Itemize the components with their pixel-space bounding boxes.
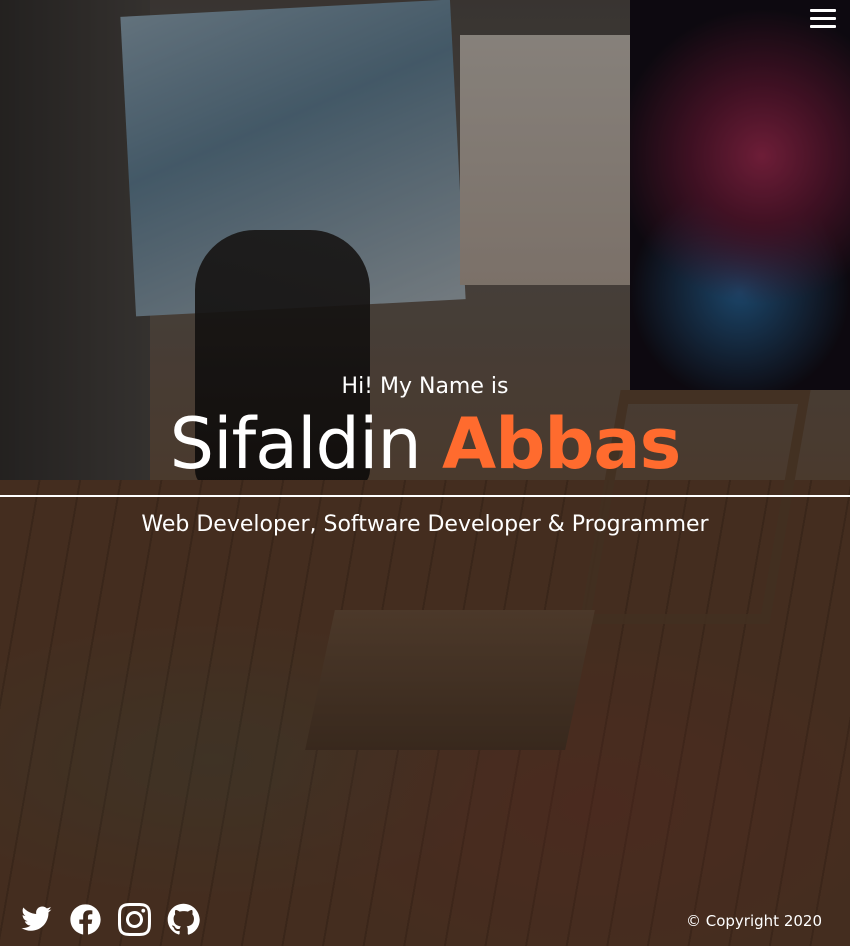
tagline: Web Developer, Software Developer & Prog… (141, 512, 709, 537)
social-links (20, 903, 200, 936)
menu-bar (810, 25, 836, 28)
first-name: Sifaldin (169, 403, 422, 485)
facebook-icon (70, 904, 101, 935)
full-name: Sifaldin Abbas (0, 402, 850, 486)
hamburger-menu-icon[interactable] (810, 9, 836, 29)
last-name: Abbas (442, 403, 681, 485)
github-icon (167, 903, 200, 935)
page: Hi! My Name is Sifaldin Abbas Web Develo… (0, 0, 850, 946)
twitter-icon (21, 906, 52, 931)
facebook-link[interactable] (69, 903, 102, 936)
twitter-link[interactable] (20, 903, 53, 936)
instagram-link[interactable] (118, 903, 151, 936)
copyright-text: © Copyright 2020 (685, 912, 822, 930)
instagram-icon (118, 903, 151, 936)
menu-bar (810, 9, 836, 12)
menu-bar (810, 17, 836, 20)
github-link[interactable] (167, 903, 200, 936)
greeting-text: Hi! My Name is (341, 374, 509, 399)
divider-line (0, 495, 850, 497)
